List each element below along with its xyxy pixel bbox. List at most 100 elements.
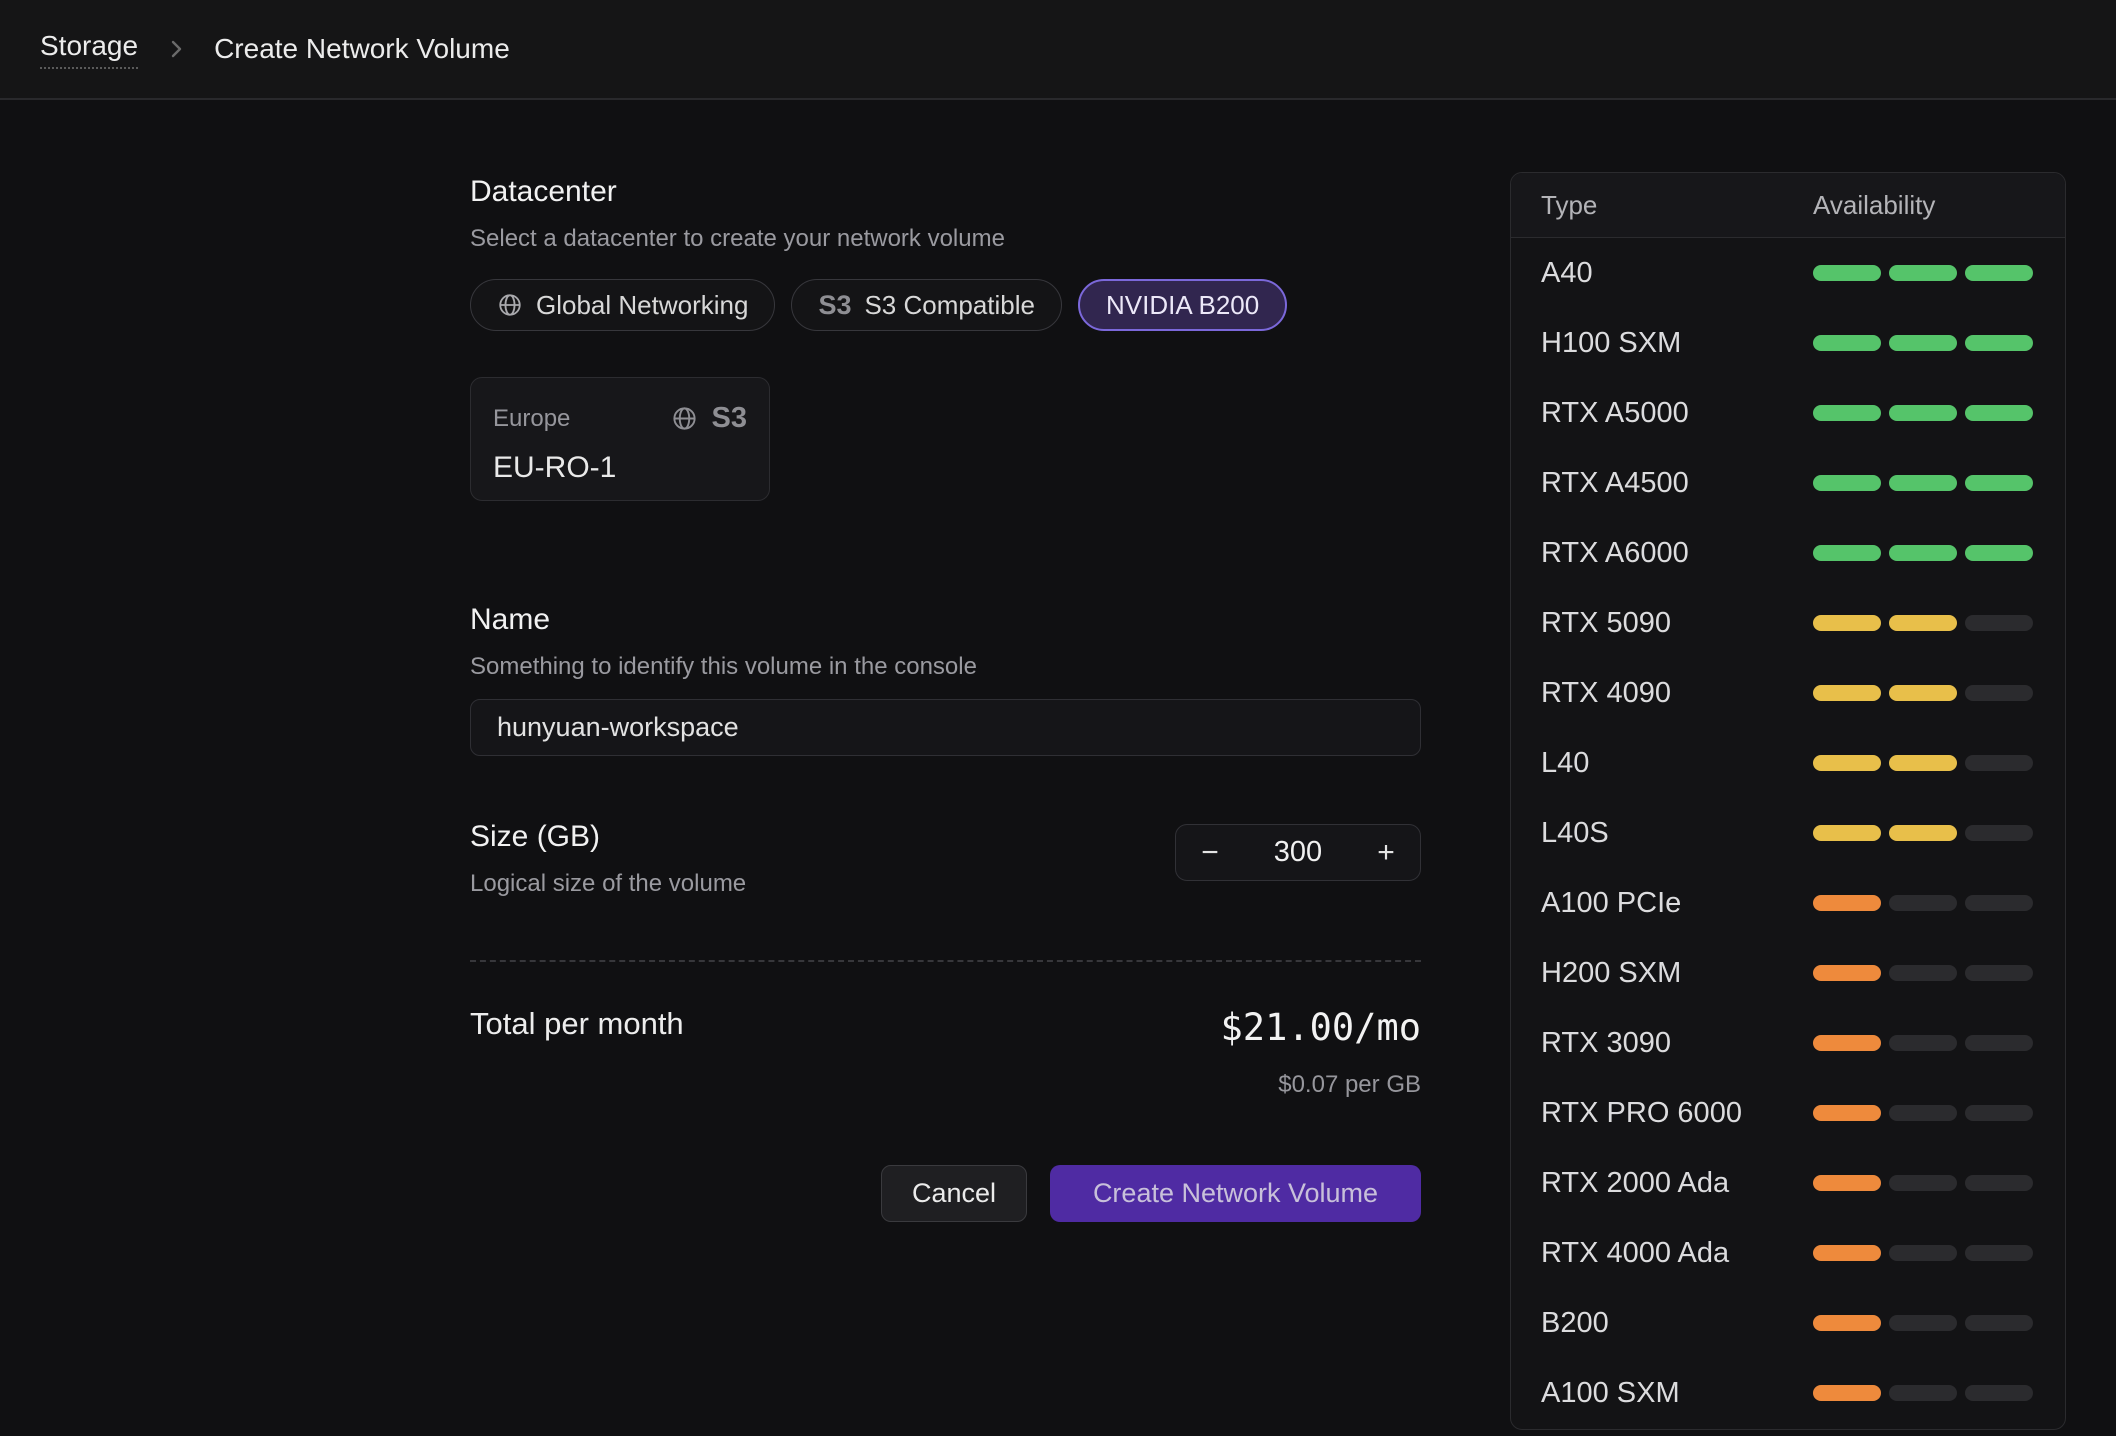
gpu-row-a100-pcie: A100 PCIe (1511, 868, 2065, 938)
availability-meter (1813, 265, 2035, 281)
gpu-row-rtx-5090: RTX 5090 (1511, 588, 2065, 658)
availability-segment-filled (1889, 755, 1957, 771)
gpu-row-h100-sxm: H100 SXM (1511, 308, 2065, 378)
column-type: Type (1541, 190, 1813, 221)
gpu-row-a100-sxm: A100 SXM (1511, 1358, 2065, 1428)
total-label: Total per month (470, 1006, 684, 1042)
availability-segment-filled (1813, 895, 1881, 911)
availability-segment-filled (1889, 405, 1957, 421)
name-subtitle: Something to identify this volume in the… (470, 653, 1421, 681)
column-availability: Availability (1813, 190, 2035, 221)
gpu-row-rtx-pro-6000: RTX PRO 6000 (1511, 1078, 2065, 1148)
availability-segment-empty (1965, 1245, 2033, 1261)
datacenter-subtitle: Select a datacenter to create your netwo… (470, 225, 1421, 253)
name-title: Name (470, 603, 1421, 637)
datacenter-filter-chips: Global Networking S3S3 Compatible NVIDIA B… (470, 279, 1421, 331)
gpu-row-rtx-4090: RTX 4090 (1511, 658, 2065, 728)
globe-icon (497, 292, 523, 318)
availability-segment-filled (1889, 825, 1957, 841)
size-title: Size (GB) (470, 820, 746, 854)
unit-price: $0.07 per GB (1221, 1071, 1421, 1099)
availability-segment-filled (1813, 265, 1881, 281)
size-increment-button[interactable]: + (1360, 829, 1412, 877)
s3-icon: S3 (712, 402, 747, 435)
gpu-row-l40: L40 (1511, 728, 2065, 798)
gpu-type-label: A100 PCIe (1541, 887, 1813, 920)
availability-meter (1813, 895, 2035, 911)
filter-chip-nvidia-b200[interactable]: NVIDIA B200 (1078, 279, 1287, 331)
availability-segment-empty (1889, 1035, 1957, 1051)
availability-segment-empty (1965, 685, 2033, 701)
gpu-row-rtx-3090: RTX 3090 (1511, 1008, 2065, 1078)
availability-segment-filled (1813, 335, 1881, 351)
datacenter-section: Datacenter Select a datacenter to create… (470, 175, 1421, 501)
availability-segment-empty (1965, 1385, 2033, 1401)
size-value: 300 (1274, 836, 1322, 869)
gpu-type-label: RTX 4090 (1541, 677, 1813, 710)
availability-segment-empty (1889, 965, 1957, 981)
availability-segment-filled (1965, 405, 2033, 421)
gpu-type-label: L40 (1541, 747, 1813, 780)
size-stepper: − 300 + (1175, 824, 1421, 881)
availability-meter (1813, 615, 2035, 631)
page-title: Create Network Volume (214, 33, 510, 65)
availability-meter (1813, 965, 2035, 981)
size-decrement-button[interactable]: − (1184, 829, 1236, 877)
gpu-row-b200: B200 (1511, 1288, 2065, 1358)
datacenter-title: Datacenter (470, 175, 1421, 209)
name-section: Name Something to identify this volume i… (470, 603, 1421, 756)
availability-meter (1813, 1035, 2035, 1051)
gpu-type-label: RTX PRO 6000 (1541, 1097, 1813, 1130)
availability-segment-filled (1813, 1175, 1881, 1191)
gpu-row-rtx-4000-ada: RTX 4000 Ada (1511, 1218, 2065, 1288)
volume-name-input[interactable] (470, 699, 1421, 756)
gpu-row-rtx-a6000: RTX A6000 (1511, 518, 2065, 588)
availability-segment-empty (1965, 825, 2033, 841)
availability-table-header: Type Availability (1511, 173, 2065, 238)
cancel-button[interactable]: Cancel (881, 1165, 1027, 1222)
availability-segment-empty (1889, 895, 1957, 911)
gpu-row-rtx-a4500: RTX A4500 (1511, 448, 2065, 518)
create-network-volume-button[interactable]: Create Network Volume (1050, 1165, 1421, 1222)
availability-segment-filled (1813, 545, 1881, 561)
availability-segment-filled (1813, 1385, 1881, 1401)
availability-meter (1813, 1315, 2035, 1331)
availability-meter (1813, 1245, 2035, 1261)
filter-chip-global-networking[interactable]: Global Networking (470, 279, 775, 331)
section-divider (470, 960, 1421, 962)
availability-segment-filled (1889, 265, 1957, 281)
breadcrumb-storage-link[interactable]: Storage (40, 30, 138, 69)
size-section: Size (GB) Logical size of the volume − 3… (470, 820, 1421, 898)
availability-segment-filled (1813, 965, 1881, 981)
availability-segment-filled (1813, 615, 1881, 631)
gpu-row-a40: A40 (1511, 238, 2065, 308)
filter-chip-label: NVIDIA B200 (1106, 290, 1259, 321)
availability-meter (1813, 405, 2035, 421)
gpu-type-label: RTX A5000 (1541, 397, 1813, 430)
gpu-type-label: RTX A4500 (1541, 467, 1813, 500)
availability-segment-empty (1889, 1385, 1957, 1401)
availability-segment-filled (1813, 1035, 1881, 1051)
availability-segment-empty (1965, 1175, 2033, 1191)
gpu-type-label: RTX 4000 Ada (1541, 1237, 1813, 1270)
total-value: $21.00/mo (1221, 1006, 1421, 1049)
availability-segment-filled (1813, 825, 1881, 841)
availability-segment-filled (1813, 1105, 1881, 1121)
datacenter-card-eu-ro-1[interactable]: Europe S3 EU-RO-1 (470, 377, 770, 501)
gpu-type-label: RTX 5090 (1541, 607, 1813, 640)
gpu-type-label: H100 SXM (1541, 327, 1813, 360)
gpu-type-label: RTX 2000 Ada (1541, 1167, 1813, 1200)
filter-chip-s3-compatible[interactable]: S3S3 Compatible (791, 279, 1062, 331)
availability-segment-empty (1889, 1245, 1957, 1261)
availability-segment-filled (1813, 405, 1881, 421)
availability-segment-filled (1813, 755, 1881, 771)
availability-segment-empty (1965, 755, 2033, 771)
availability-meter (1813, 825, 2035, 841)
gpu-type-label: RTX A6000 (1541, 537, 1813, 570)
gpu-row-rtx-2000-ada: RTX 2000 Ada (1511, 1148, 2065, 1218)
availability-meter (1813, 475, 2035, 491)
availability-segment-filled (1813, 1315, 1881, 1331)
availability-meter (1813, 335, 2035, 351)
globe-icon (671, 405, 698, 432)
availability-segment-filled (1813, 685, 1881, 701)
